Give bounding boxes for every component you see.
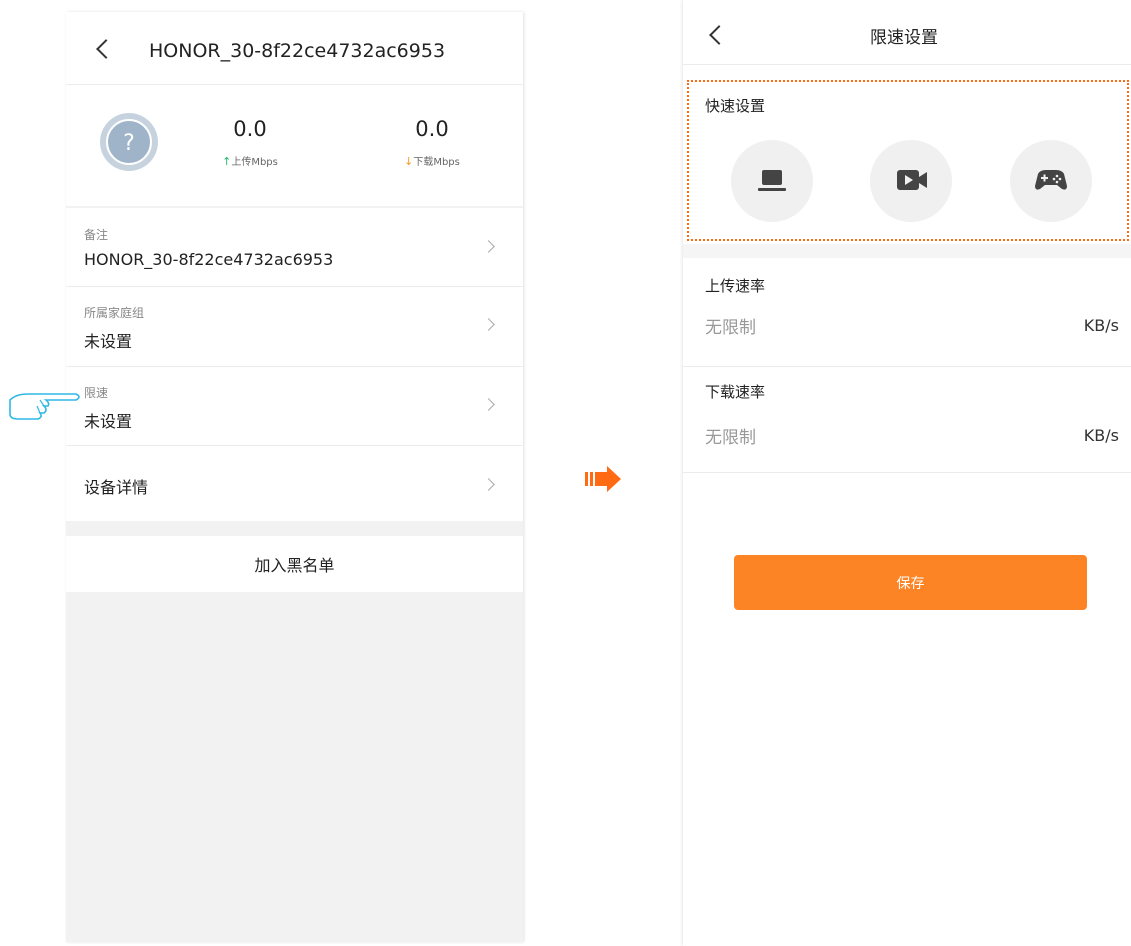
save-button-label: 保存 (896, 575, 925, 592)
settings-list: 备注 HONOR_30-8f22ce4732ac6953 所属家庭组 未设置 限… (66, 208, 523, 521)
laptop-icon (758, 170, 786, 191)
download-rate-input[interactable]: 无限制 KB/s (705, 418, 1119, 452)
chevron-right-icon (482, 318, 495, 331)
page-title: 限速设置 (870, 28, 938, 48)
row-speed-limit[interactable]: 限速 未设置 (66, 367, 523, 445)
upload-rate-placeholder: 无限制 (705, 318, 756, 338)
svg-text:?: ? (123, 131, 135, 156)
back-icon[interactable] (96, 39, 116, 59)
add-to-blacklist-label: 加入黑名单 (254, 556, 335, 575)
quick-video-button[interactable] (870, 140, 952, 222)
upload-speed-label-wrap: ↑上传Mbps (215, 150, 285, 169)
row-remark-label: 备注 (84, 228, 109, 242)
pointing-hand-icon (9, 393, 80, 420)
section-gap (683, 244, 1131, 258)
add-to-blacklist-button[interactable]: 加入黑名单 (66, 536, 523, 592)
row-family-group-value: 未设置 (84, 332, 133, 351)
upload-speed-value: 0.0 (233, 117, 267, 141)
upload-speed-label: 上传Mbps (231, 157, 278, 168)
speed-panel: ? 0.0 ↑上传Mbps 0.0 ↓下载Mbps (66, 85, 523, 206)
download-rate-placeholder: 无限制 (705, 428, 756, 448)
row-family-group[interactable]: 所属家庭组 未设置 (66, 287, 523, 366)
save-button[interactable]: 保存 (734, 555, 1087, 610)
download-arrow-icon: ↓ (404, 155, 414, 168)
speed-limit-screen: 限速设置 快速设置 上传速率 无限制 KB/s 下载速率 无限制 KB/s 保存 (683, 0, 1131, 946)
device-detail-screen: HONOR_30-8f22ce4732ac6953 ? 0.0 ↑上传Mbps … (66, 12, 523, 942)
quick-laptop-button[interactable] (731, 140, 813, 222)
upload-rate-unit: KB/s (1083, 316, 1119, 335)
download-speed-label-wrap: ↓下载Mbps (392, 150, 472, 169)
upload-rate-input[interactable]: 无限制 KB/s (705, 308, 1119, 342)
download-rate-unit: KB/s (1083, 426, 1119, 445)
row-device-details-label: 设备详情 (84, 478, 149, 497)
row-device-details[interactable]: 设备详情 (66, 446, 523, 521)
download-speed-label: 下载Mbps (413, 157, 460, 168)
row-speed-limit-value: 未设置 (84, 412, 133, 431)
quick-settings-label: 快速设置 (705, 97, 766, 115)
row-remark-value: HONOR_30-8f22ce4732ac6953 (84, 250, 334, 269)
row-remark[interactable]: 备注 HONOR_30-8f22ce4732ac6953 (66, 208, 523, 286)
upload-rate-label: 上传速率 (705, 277, 766, 295)
chevron-right-icon (482, 398, 495, 411)
quick-game-button[interactable] (1010, 140, 1092, 222)
row-family-group-label: 所属家庭组 (84, 306, 145, 320)
chevron-right-icon (482, 240, 495, 253)
download-rate-label: 下载速率 (705, 383, 766, 401)
page-title: HONOR_30-8f22ce4732ac6953 (149, 40, 446, 62)
row-speed-limit-label: 限速 (84, 386, 109, 400)
transition-arrow-icon (585, 466, 621, 492)
chevron-right-icon (482, 478, 495, 491)
back-icon[interactable] (709, 25, 729, 45)
gamepad-icon (1035, 170, 1067, 190)
unknown-device-icon: ? (100, 113, 158, 171)
header-bar: HONOR_30-8f22ce4732ac6953 (66, 12, 523, 84)
upload-arrow-icon: ↑ (222, 155, 232, 168)
download-speed-value: 0.0 (415, 117, 449, 141)
video-icon (897, 170, 927, 190)
